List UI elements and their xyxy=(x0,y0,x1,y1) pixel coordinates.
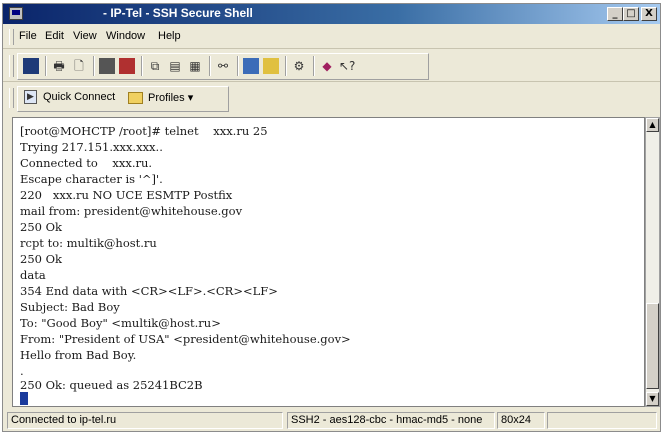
scroll-down-button[interactable]: ▼ xyxy=(646,392,659,406)
quick-connect-bar: ▶ Quick Connect Profiles ▾ xyxy=(3,84,660,112)
terminal-size-status: 80x24 xyxy=(497,412,545,429)
title-bar[interactable]: - IP-Tel - SSH Secure Shell _ □ X xyxy=(3,4,660,24)
quickbar-grip[interactable] xyxy=(9,88,14,108)
help-pointer-icon[interactable]: ↖? xyxy=(339,58,355,74)
folder-icon[interactable] xyxy=(263,58,279,74)
terminal-line: Connected to xxx.ru. xyxy=(20,156,153,170)
terminal-line: rcpt to: multik@host.ru xyxy=(20,236,157,250)
terminal-line: Escape character is '^]'. xyxy=(20,172,163,186)
vertical-scrollbar[interactable]: ▲ ▼ xyxy=(645,117,660,407)
help-book-icon[interactable]: ◆ xyxy=(319,58,335,74)
print-preview-icon[interactable]: 🗋 xyxy=(71,58,87,74)
terminal-line: 250 Ok xyxy=(20,252,63,266)
print-icon[interactable]: 🖶 xyxy=(51,58,67,74)
quick-connect-button[interactable]: Quick Connect xyxy=(43,91,115,103)
main-toolbar: 🖶 🗋 ⧉ ▤ ▦ ⚯ ⚙ ◆ ↖? xyxy=(3,51,660,82)
terminal-line: data xyxy=(20,268,46,282)
toolbar-separator xyxy=(285,56,287,76)
terminal-line: mail from: president@whitehouse.gov xyxy=(20,204,243,218)
menu-file[interactable]: File xyxy=(19,30,37,42)
connection-status: Connected to ip-tel.ru xyxy=(7,412,283,429)
terminal-line: 250 Ok: queued as 25241BC2B xyxy=(20,378,203,392)
terminal-line: 354 End data with <CR><LF>.<CR><LF> xyxy=(20,284,278,298)
terminal-line: 250 Ok xyxy=(20,220,63,234)
menubar-grip[interactable] xyxy=(9,29,14,45)
minimize-button[interactable]: _ xyxy=(607,7,623,21)
profiles-dropdown[interactable]: Profiles ▾ xyxy=(148,91,193,104)
status-bar: Connected to ip-tel.ru SSH2 - aes128-cbc… xyxy=(3,410,660,431)
terminal-app-icon[interactable] xyxy=(9,7,23,20)
toolbar-separator xyxy=(45,56,47,76)
ssh-window: - IP-Tel - SSH Secure Shell _ □ X File E… xyxy=(2,3,661,432)
close-button[interactable]: X xyxy=(641,7,657,21)
scroll-up-button[interactable]: ▲ xyxy=(646,118,659,132)
terminal-line: Hello from Bad Boy. xyxy=(20,348,137,362)
menu-window[interactable]: Window xyxy=(106,30,145,42)
paste-icon[interactable]: ▤ xyxy=(167,58,183,74)
toolbar-separator xyxy=(93,56,95,76)
folder-icon[interactable] xyxy=(128,92,143,104)
terminal-output[interactable]: [root@MOHCTP /root]# telnet xxx.ru 25 Tr… xyxy=(12,117,645,407)
terminal-line: To: "Good Boy" <multik@host.ru> xyxy=(20,316,221,330)
new-connection-icon[interactable] xyxy=(119,58,135,74)
paste-clipboard-icon[interactable]: ▦ xyxy=(187,58,203,74)
terminal-cursor xyxy=(20,392,28,405)
status-pane-empty xyxy=(547,412,657,429)
file-transfer-icon[interactable] xyxy=(243,58,259,74)
find-icon[interactable]: ⚯ xyxy=(215,58,231,74)
terminal-line: [root@MOHCTP /root]# telnet xxx.ru 25 xyxy=(20,124,268,138)
toolbar-grip[interactable] xyxy=(9,55,14,77)
toolbar-separator xyxy=(209,56,211,76)
menu-edit[interactable]: Edit xyxy=(45,30,64,42)
terminal-line: Subject: Bad Boy xyxy=(20,300,120,314)
save-icon[interactable] xyxy=(23,58,39,74)
terminal-line: Trying 217.151.xxx.xxx.. xyxy=(20,140,163,154)
terminal-line: From: "President of USA" <president@whit… xyxy=(20,332,351,346)
quick-connect-icon[interactable]: ▶ xyxy=(24,90,37,104)
scroll-thumb[interactable] xyxy=(646,303,659,389)
toolbar-separator xyxy=(237,56,239,76)
toolbar-separator xyxy=(313,56,315,76)
terminal-line: . xyxy=(20,364,24,378)
maximize-button[interactable]: □ xyxy=(623,7,639,21)
copy-icon[interactable]: ⧉ xyxy=(147,58,163,74)
disconnect-icon[interactable] xyxy=(99,58,115,74)
toolbar-separator xyxy=(141,56,143,76)
window-title: - IP-Tel - SSH Secure Shell xyxy=(103,6,253,20)
menu-help[interactable]: Help xyxy=(158,30,181,42)
settings-icon[interactable]: ⚙ xyxy=(291,58,307,74)
menu-bar: File Edit View Window Help xyxy=(3,26,660,49)
menu-view[interactable]: View xyxy=(73,30,97,42)
cipher-status: SSH2 - aes128-cbc - hmac-md5 - none xyxy=(287,412,495,429)
terminal-line: 220 xxx.ru NO UCE ESMTP Postfix xyxy=(20,188,233,202)
